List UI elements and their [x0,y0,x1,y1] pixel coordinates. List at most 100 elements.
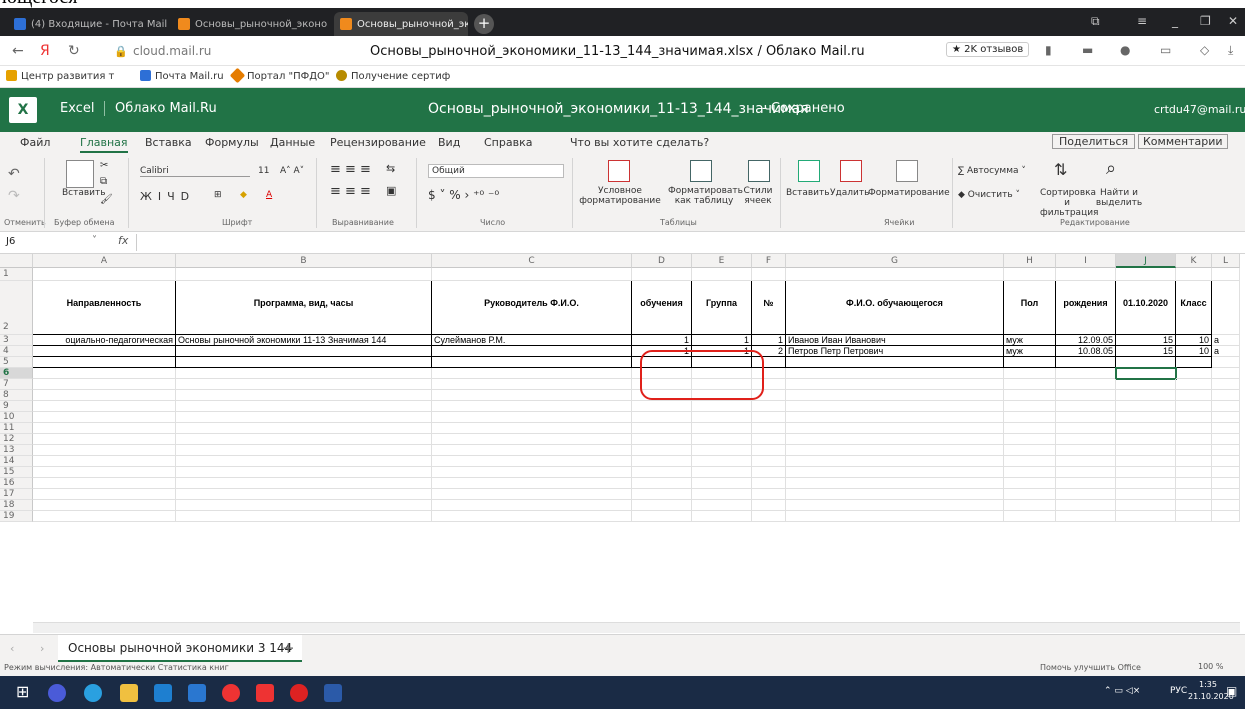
row-header[interactable]: 5 [0,357,33,368]
cell-J4[interactable]: 15 [1116,346,1176,357]
word-icon[interactable] [324,684,342,702]
cell-J5[interactable] [1116,357,1176,368]
cell-K3[interactable]: 10 [1176,335,1212,346]
cell-H2[interactable]: Пол [1004,281,1056,335]
cell-K11[interactable] [1176,423,1212,434]
cell-I2[interactable]: Дата рождения [1056,281,1116,335]
cell-G11[interactable] [786,423,1004,434]
sort-filter-button[interactable]: Сортировка и фильтрация [1040,188,1098,218]
cell-A8[interactable] [33,390,176,401]
cell-D11[interactable] [632,423,692,434]
align-left-icon[interactable]: ≡ ≡ ≡ [330,184,371,199]
cell-H9[interactable] [1004,401,1056,412]
cell-K1[interactable] [1176,268,1212,281]
cell-L1[interactable] [1212,268,1240,281]
row-header[interactable]: 9 [0,401,33,412]
cell-H16[interactable] [1004,478,1056,489]
cell-H15[interactable] [1004,467,1056,478]
cell-E11[interactable] [692,423,752,434]
cell-H19[interactable] [1004,511,1056,522]
reviews-badge[interactable]: ★ 2K отзывов [946,42,1030,57]
edge-icon[interactable] [84,684,102,702]
cell-F17[interactable] [752,489,786,500]
column-header[interactable]: J [1116,254,1176,268]
language-indicator[interactable]: РУС [1170,686,1187,696]
cell-K15[interactable] [1176,467,1212,478]
cell-C17[interactable] [432,489,632,500]
file-explorer-icon[interactable] [120,684,138,702]
cell-G6[interactable] [786,368,1004,379]
cell-G2[interactable]: Ф.И.О. обучающегося [786,281,1004,335]
cell-C1[interactable] [432,268,632,281]
delete-cells-button[interactable]: Удалить [830,188,869,198]
prev-sheet-icon[interactable]: ‹ [10,642,14,655]
cell-I9[interactable] [1056,401,1116,412]
cell-I15[interactable] [1056,467,1116,478]
cell-J3[interactable]: 15 [1116,335,1176,346]
format-cells-button[interactable]: Форматирование [868,188,950,198]
row-header[interactable]: 16 [0,478,33,489]
delete-cells-icon[interactable] [840,160,862,182]
font-color-icon[interactable]: A [266,190,272,200]
tab-file[interactable]: Файл [20,136,50,149]
autosum-button[interactable]: ∑ Автосумма ˅ [958,166,1026,176]
share-button[interactable]: Поделиться [1052,134,1136,149]
cell-A13[interactable] [33,445,176,456]
cell-I19[interactable] [1056,511,1116,522]
cell-K18[interactable] [1176,500,1212,511]
cell-A1[interactable] [33,268,176,281]
cell-I3[interactable]: 12.09.05 [1056,335,1116,346]
cell-B12[interactable] [176,434,432,445]
cell-F15[interactable] [752,467,786,478]
cell-I17[interactable] [1056,489,1116,500]
cell-L13[interactable] [1212,445,1240,456]
cell-G7[interactable] [786,379,1004,390]
cell-E18[interactable] [692,500,752,511]
cell-C14[interactable] [432,456,632,467]
cell-J8[interactable] [1116,390,1176,401]
cell-H5[interactable] [1004,357,1056,368]
tab-data[interactable]: Данные [270,136,315,149]
cell-J10[interactable] [1116,412,1176,423]
cell-K5[interactable] [1176,357,1212,368]
merge-icon[interactable]: ▣ [386,184,396,197]
cell-A6[interactable] [33,368,176,379]
column-header[interactable]: D [632,254,692,268]
tab-formulas[interactable]: Формулы [205,136,259,149]
cell-A11[interactable] [33,423,176,434]
row-header[interactable]: 18 [0,500,33,511]
cell-K17[interactable] [1176,489,1212,500]
cell-I14[interactable] [1056,456,1116,467]
cell-J2[interactable]: Полный возраст на 01.10.2020 [1116,281,1176,335]
cell-E12[interactable] [692,434,752,445]
cell-H14[interactable] [1004,456,1056,467]
format-table-button[interactable]: Форматировать как таблицу [668,186,743,206]
cell-C6[interactable] [432,368,632,379]
cell-G3[interactable]: Иванов Иван Иванович [786,335,1004,346]
cell-G10[interactable] [786,412,1004,423]
row-header[interactable]: 13 [0,445,33,456]
horizontal-scrollbar[interactable] [33,622,1240,633]
tab-excel-1[interactable]: Основы_рыночной_эконо [172,12,330,36]
column-header[interactable]: A [33,254,176,268]
conditional-format-icon[interactable] [608,160,630,182]
cell-D15[interactable] [632,467,692,478]
cell-E19[interactable] [692,511,752,522]
cell-A12[interactable] [33,434,176,445]
add-sheet-icon[interactable]: + [282,639,295,657]
cell-E2[interactable]: Группа [692,281,752,335]
bookmark-icon[interactable]: ▮ [1045,43,1052,57]
cell-G16[interactable] [786,478,1004,489]
cell-H4[interactable]: муж [1004,346,1056,357]
cell-G15[interactable] [786,467,1004,478]
cell-C7[interactable] [432,379,632,390]
row-header[interactable]: 14 [0,456,33,467]
cell-A4[interactable] [33,346,176,357]
cell-B8[interactable] [176,390,432,401]
cell-D3[interactable]: 1 [632,335,692,346]
cell-G9[interactable] [786,401,1004,412]
cell-B9[interactable] [176,401,432,412]
tell-me-search[interactable]: Что вы хотите сделать? [570,136,709,149]
cell-H6[interactable] [1004,368,1056,379]
cell-J6[interactable] [1115,367,1177,380]
